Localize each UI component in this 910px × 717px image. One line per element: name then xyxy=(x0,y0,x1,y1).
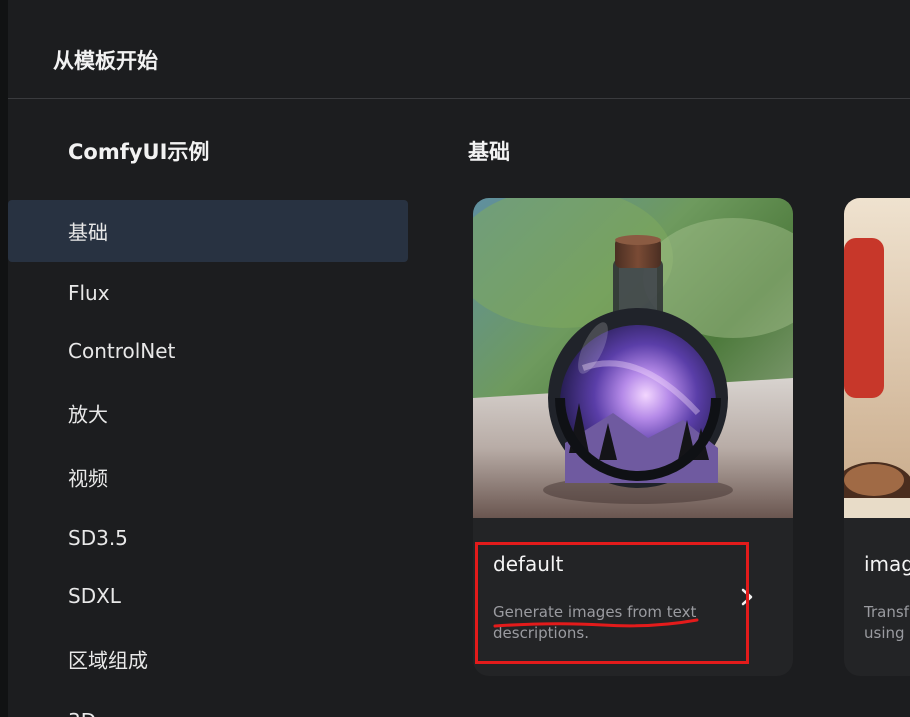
dialog-header: 从模板开始 xyxy=(8,0,910,99)
template-dialog: 从模板开始 ComfyUI示例 基础 Flux ControlNet 放大 视频… xyxy=(8,0,910,717)
sidebar-item-flux[interactable]: Flux xyxy=(8,262,408,324)
template-gallery: 基础 default Generate images from text des… xyxy=(408,100,910,717)
backdrop-edge xyxy=(0,0,8,717)
sidebar-item-3d[interactable]: 3D xyxy=(8,690,408,717)
sidebar-item-label: SDXL xyxy=(68,584,121,608)
sidebar-title: ComfyUI示例 xyxy=(68,140,210,164)
sidebar-item-basic[interactable]: 基础 xyxy=(8,200,408,262)
template-description: Transf using xyxy=(864,603,909,642)
sidebar-item-sdxl[interactable]: SDXL xyxy=(8,565,408,627)
sidebar-item-controlnet[interactable]: ControlNet xyxy=(8,320,408,382)
template-thumbnail xyxy=(473,198,793,518)
sidebar-item-upscale[interactable]: 放大 xyxy=(8,382,408,444)
sidebar: ComfyUI示例 基础 Flux ControlNet 放大 视频 SD3.5… xyxy=(8,100,408,717)
annotation-highlight-box xyxy=(475,542,749,664)
section-title: 基础 xyxy=(468,140,510,164)
sidebar-item-sd35[interactable]: SD3.5 xyxy=(8,507,408,569)
sidebar-item-label: 3D xyxy=(68,709,96,717)
sidebar-item-label: Flux xyxy=(68,281,110,305)
sidebar-item-label: ControlNet xyxy=(68,339,176,363)
dialog-title: 从模板开始 xyxy=(53,49,158,73)
annotation-underline xyxy=(493,618,699,628)
sidebar-item-label: SD3.5 xyxy=(68,526,128,550)
sidebar-item-label: 基础 xyxy=(68,220,108,245)
sidebar-item-area-composition[interactable]: 区域组成 xyxy=(8,628,408,690)
sidebar-item-label: 放大 xyxy=(68,402,108,427)
sidebar-item-label: 区域组成 xyxy=(68,648,148,673)
template-thumbnail xyxy=(844,198,910,518)
template-name: imag xyxy=(864,552,910,576)
template-card-image[interactable]: imag Transf using xyxy=(844,198,910,676)
sidebar-item-video[interactable]: 视频 xyxy=(8,446,408,508)
sidebar-item-label: 视频 xyxy=(68,466,108,491)
